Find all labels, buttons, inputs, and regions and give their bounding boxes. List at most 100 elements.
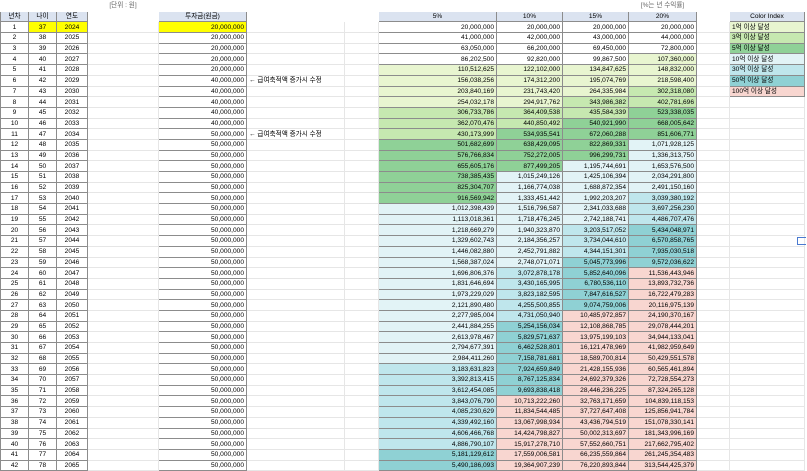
cell-note[interactable] [246, 342, 345, 354]
cell-investment[interactable]: 50,000,000 [158, 448, 247, 461]
cell-age[interactable]: 68 [28, 352, 57, 365]
cell-rate-1[interactable]: 3,612,454,085 [378, 384, 497, 397]
cell-calendar-year[interactable]: 2033 [56, 117, 88, 130]
cell-year-index[interactable]: 9 [0, 106, 29, 119]
cell-calendar-year[interactable]: 2058 [56, 384, 88, 397]
cell-rate-2[interactable]: 9,693,838,418 [496, 384, 563, 397]
cell-investment[interactable]: 50,000,000 [158, 256, 247, 269]
cell-rate-2[interactable]: 294,917,762 [496, 96, 563, 108]
cell-year-index[interactable]: 12 [0, 138, 29, 151]
spreadsheet-grid[interactable]: [단위 : 원] [%는 년 수익률] 년차 나이 연도 투자금(원금) 5% 10% 15% 2… [0, 0, 805, 471]
cell-rate-2[interactable]: 3,823,182,595 [496, 288, 563, 301]
cell-investment[interactable]: 50,000,000 [158, 342, 247, 354]
cell-rate-3[interactable]: 3,203,517,052 [562, 224, 629, 237]
cell-year-index[interactable]: 15 [0, 171, 29, 183]
cell-age[interactable]: 73 [28, 406, 57, 418]
cell-rate-4[interactable]: 218,598,400 [628, 74, 697, 87]
cell-rate-4[interactable]: 6,570,858,765 [628, 235, 697, 247]
cell-rate-1[interactable]: 576,766,834 [378, 149, 497, 162]
cell-rate-1[interactable]: 20,000,000 [378, 21, 497, 34]
cell-rate-2[interactable]: 15,917,278,710 [496, 438, 563, 450]
cell-year-index[interactable]: 35 [0, 384, 29, 397]
cell-investment[interactable]: 50,000,000 [158, 363, 247, 376]
cell-rate-4[interactable]: 72,800,000 [628, 42, 697, 55]
cell-age[interactable]: 49 [28, 149, 57, 162]
cell-rate-1[interactable]: 2,121,890,480 [378, 299, 497, 311]
cell-calendar-year[interactable]: 2025 [56, 32, 88, 44]
cell-investment[interactable]: 20,000,000 [158, 64, 247, 76]
cell-rate-1[interactable]: 110,512,625 [378, 64, 497, 76]
cell-age[interactable]: 45 [28, 106, 57, 119]
cell-year-index[interactable]: 23 [0, 256, 29, 269]
cell-year-index[interactable]: 24 [0, 267, 29, 279]
cell-rate-4[interactable]: 4,486,707,476 [628, 213, 697, 226]
cell-age[interactable]: 47 [28, 128, 57, 140]
cell-rate-4[interactable]: 313,544,425,379 [628, 459, 697, 471]
cell-rate-1[interactable]: 86,202,500 [378, 53, 497, 66]
cell-note[interactable] [246, 406, 345, 418]
cell-rate-1[interactable]: 362,070,476 [378, 117, 497, 130]
cell-rate-3[interactable]: 66,235,559,864 [562, 448, 629, 461]
cell-age[interactable]: 52 [28, 181, 57, 194]
cell-rate-2[interactable]: 440,850,492 [496, 117, 563, 130]
cell-note[interactable] [246, 459, 345, 471]
cell-rate-4[interactable]: 34,944,133,041 [628, 331, 697, 343]
cell-rate-1[interactable]: 501,682,699 [378, 138, 497, 151]
cell-rate-1[interactable]: 1,218,669,279 [378, 224, 497, 237]
cell-note[interactable] [246, 53, 345, 66]
cell-note[interactable] [246, 32, 345, 44]
cell-rate-2[interactable]: 10,713,222,260 [496, 395, 563, 408]
cell-rate-1[interactable]: 306,733,786 [378, 106, 497, 119]
cell-note[interactable] [246, 203, 345, 215]
cell-investment[interactable]: 40,000,000 [158, 106, 247, 119]
cell-rate-2[interactable]: 3,072,878,178 [496, 267, 563, 279]
cell-calendar-year[interactable]: 2048 [56, 277, 88, 290]
cell-rate-4[interactable]: 148,832,000 [628, 64, 697, 76]
cell-rate-4[interactable]: 44,000,000 [628, 32, 697, 44]
cell-age[interactable]: 69 [28, 363, 57, 376]
cell-year-index[interactable]: 36 [0, 395, 29, 408]
cell-age[interactable]: 39 [28, 42, 57, 55]
cell-calendar-year[interactable]: 2038 [56, 171, 88, 183]
cell-rate-1[interactable]: 655,605,176 [378, 160, 497, 172]
cell-note[interactable] [246, 416, 345, 429]
cell-rate-2[interactable]: 3,430,165,995 [496, 277, 563, 290]
cell-note[interactable] [246, 245, 345, 258]
cell-rate-1[interactable]: 156,038,256 [378, 74, 497, 87]
header-rate-2[interactable]: 10% [496, 10, 563, 23]
cell-rate-3[interactable]: 99,867,500 [562, 53, 629, 66]
cell-investment[interactable]: 50,000,000 [158, 192, 247, 205]
cell-investment[interactable]: 50,000,000 [158, 277, 247, 290]
cell-rate-2[interactable]: 14,424,798,827 [496, 427, 563, 440]
cell-investment[interactable]: 50,000,000 [158, 224, 247, 237]
cell-age[interactable]: 74 [28, 416, 57, 429]
cell-rate-1[interactable]: 2,613,978,467 [378, 331, 497, 343]
cell-age[interactable]: 51 [28, 171, 57, 183]
cell-age[interactable]: 77 [28, 448, 57, 461]
cell-rate-2[interactable]: 2,452,791,882 [496, 245, 563, 258]
cell-age[interactable]: 61 [28, 277, 57, 290]
cell-rate-4[interactable]: 523,338,035 [628, 106, 697, 119]
cell-rate-3[interactable]: 672,060,288 [562, 128, 629, 140]
cell-rate-4[interactable]: 41,982,959,649 [628, 342, 697, 354]
cell-calendar-year[interactable]: 2062 [56, 427, 88, 440]
cell-rate-3[interactable]: 43,000,000 [562, 32, 629, 44]
cell-investment[interactable]: 50,000,000 [158, 406, 247, 418]
cell-note[interactable] [246, 106, 345, 119]
cell-rate-3[interactable]: 1,425,106,394 [562, 171, 629, 183]
cell-rate-1[interactable]: 916,569,942 [378, 192, 497, 205]
cell-rate-1[interactable]: 2,441,884,255 [378, 320, 497, 333]
cell-note[interactable] [246, 395, 345, 408]
cell-rate-2[interactable]: 19,364,907,239 [496, 459, 563, 471]
cell-rate-2[interactable]: 877,499,205 [496, 160, 563, 172]
cell-rate-3[interactable]: 12,108,868,785 [562, 320, 629, 333]
cell-calendar-year[interactable]: 2049 [56, 288, 88, 301]
cell-age[interactable]: 67 [28, 342, 57, 354]
cell-age[interactable]: 46 [28, 117, 57, 130]
cell-rate-1[interactable]: 1,012,398,439 [378, 203, 497, 215]
cell-calendar-year[interactable]: 2061 [56, 416, 88, 429]
cell-rate-1[interactable]: 63,050,000 [378, 42, 497, 55]
cell-rate-4[interactable]: 9,572,036,622 [628, 256, 697, 269]
cell-investment[interactable]: 50,000,000 [158, 213, 247, 226]
cell-note[interactable] [246, 384, 345, 397]
